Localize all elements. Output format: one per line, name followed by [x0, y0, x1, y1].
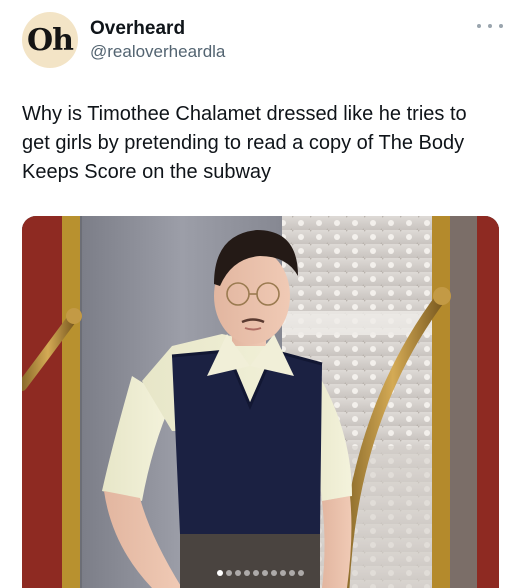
avatar[interactable]: Oh: [22, 12, 78, 68]
pager-dot[interactable]: [289, 570, 295, 576]
pager-dot[interactable]: [298, 570, 304, 576]
more-horizontal-icon: [477, 24, 481, 28]
avatar-logo-text: Oh: [27, 22, 74, 58]
more-horizontal-icon-dot: [488, 24, 492, 28]
pager-dot[interactable]: [226, 570, 232, 576]
pager-dot[interactable]: [244, 570, 250, 576]
display-name[interactable]: Overheard: [90, 18, 185, 40]
pager-dot[interactable]: [271, 570, 277, 576]
tweet-media-photo[interactable]: [22, 216, 499, 588]
pager-dot[interactable]: [253, 570, 259, 576]
pager-dot[interactable]: [235, 570, 241, 576]
media-pager: [22, 570, 499, 576]
tweet: Oh Overheard @realoverheardla Why is Tim…: [0, 0, 525, 588]
more-horizontal-icon-dot: [499, 24, 503, 28]
pager-dot[interactable]: [280, 570, 286, 576]
pager-dot[interactable]: [217, 570, 223, 576]
user-handle[interactable]: @realoverheardla: [90, 42, 225, 62]
tweet-text: Why is Timothee Chalamet dressed like he…: [22, 103, 467, 183]
more-options-button[interactable]: [477, 16, 503, 36]
photo-illustration: [22, 216, 499, 588]
pager-dot[interactable]: [262, 570, 268, 576]
